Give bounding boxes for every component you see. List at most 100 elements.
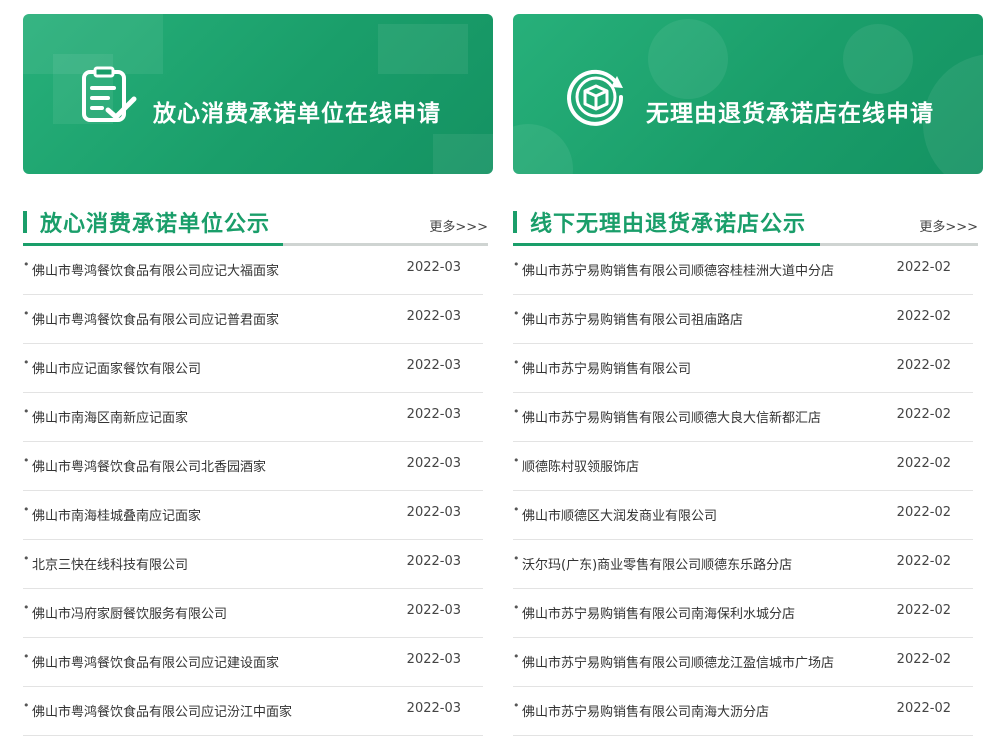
bullet-icon: •: [23, 258, 30, 271]
bullet-icon: •: [23, 552, 30, 565]
item-name[interactable]: 佛山市顺德区大润发商业有限公司: [522, 505, 717, 524]
item-name[interactable]: 佛山市苏宁易购销售有限公司顺德龙江盈信城市广场店: [522, 652, 834, 671]
item-name[interactable]: 北京三快在线科技有限公司: [32, 554, 188, 573]
bullet-icon: •: [513, 699, 520, 712]
item-name[interactable]: 佛山市粤鸿餐饮食品有限公司应记建设面家: [32, 652, 279, 671]
item-date: 2022-02: [896, 407, 951, 422]
item-date: 2022-03: [406, 407, 461, 422]
item-date: 2022-03: [406, 505, 461, 520]
banner-decoration: [648, 19, 728, 99]
list-item[interactable]: • 佛山市应记面家餐饮有限公司 2022-03: [23, 344, 483, 393]
bullet-icon: •: [513, 552, 520, 565]
item-name[interactable]: 佛山市苏宁易购销售有限公司顺德大良大信新都汇店: [522, 407, 821, 426]
item-date: 2022-03: [406, 701, 461, 716]
bullet-icon: •: [23, 699, 30, 712]
list-item[interactable]: • 佛山市苏宁易购销售有限公司南海保利水城分店 2022-02: [513, 589, 973, 638]
announcement-list: • 佛山市粤鸿餐饮食品有限公司应记大福面家 2022-03 • 佛山市粤鸿餐饮食品有限公…: [23, 246, 488, 736]
item-date: 2022-03: [406, 652, 461, 667]
item-name[interactable]: 顺德陈村驭领服饰店: [522, 456, 639, 475]
list-item[interactable]: • 佛山市南海桂城叠南应记面家 2022-03: [23, 491, 483, 540]
list-item[interactable]: • 佛山市苏宁易购销售有限公司顺德容桂桂洲大道中分店 2022-02: [513, 246, 973, 295]
bullet-icon: •: [23, 601, 30, 614]
item-date: 2022-02: [896, 309, 951, 324]
item-name[interactable]: 沃尔玛(广东)商业零售有限公司顺德东乐路分店: [522, 554, 792, 573]
list-item[interactable]: • 沃尔玛(广东)商业零售有限公司顺德东乐路分店 2022-02: [513, 540, 973, 589]
item-name[interactable]: 佛山市粤鸿餐饮食品有限公司应记普君面家: [32, 309, 279, 328]
bullet-icon: •: [513, 258, 520, 271]
item-name[interactable]: 佛山市苏宁易购销售有限公司南海保利水城分店: [522, 603, 795, 622]
item-date: 2022-03: [406, 554, 461, 569]
bullet-icon: •: [513, 307, 520, 320]
item-date: 2022-03: [406, 309, 461, 324]
banner-decoration: [513, 124, 573, 174]
banner-decoration: [433, 134, 493, 174]
list-item[interactable]: • 佛山市南海区南新应记面家 2022-03: [23, 393, 483, 442]
item-name[interactable]: 佛山市南海桂城叠南应记面家: [32, 505, 201, 524]
apply-reassuring-consumption-banner[interactable]: 放心消费承诺单位在线申请: [23, 14, 493, 174]
bullet-icon: •: [23, 307, 30, 320]
list-item[interactable]: • 佛山市苏宁易购销售有限公司南海大沥分店 2022-02: [513, 687, 973, 736]
item-date: 2022-02: [896, 603, 951, 618]
item-name[interactable]: 佛山市苏宁易购销售有限公司: [522, 358, 691, 377]
banner-decoration: [378, 24, 468, 74]
list-item[interactable]: • 佛山市苏宁易购销售有限公司顺德大良大信新都汇店 2022-02: [513, 393, 973, 442]
list-item[interactable]: • 佛山市苏宁易购销售有限公司 2022-02: [513, 344, 973, 393]
item-name[interactable]: 佛山市粤鸿餐饮食品有限公司应记大福面家: [32, 260, 279, 279]
banner-title: 放心消费承诺单位在线申请: [153, 101, 441, 127]
panel-header: 线下无理由退货承诺店公示 更多>>>: [513, 205, 978, 246]
list-item[interactable]: • 佛山市苏宁易购销售有限公司顺德龙江盈信城市广场店 2022-02: [513, 638, 973, 687]
bullet-icon: •: [23, 405, 30, 418]
bullet-icon: •: [513, 454, 520, 467]
panel-header: 放心消费承诺单位公示 更多>>>: [23, 205, 488, 246]
item-name[interactable]: 佛山市南海区南新应记面家: [32, 407, 188, 426]
list-item[interactable]: • 佛山市苏宁易购销售有限公司祖庙路店 2022-02: [513, 295, 973, 344]
list-item[interactable]: • 佛山市粤鸿餐饮食品有限公司北香园酒家 2022-03: [23, 442, 483, 491]
no-reason-return-list-panel: 线下无理由退货承诺店公示 更多>>> • 佛山市苏宁易购销售有限公司顺德容桂桂洲大…: [513, 205, 978, 736]
list-item[interactable]: • 佛山市粤鸿餐饮食品有限公司应记普君面家 2022-03: [23, 295, 483, 344]
list-item[interactable]: • 佛山市粤鸿餐饮食品有限公司应记汾江中面家 2022-03: [23, 687, 483, 736]
item-date: 2022-02: [896, 260, 951, 275]
item-name[interactable]: 佛山市苏宁易购销售有限公司南海大沥分店: [522, 701, 769, 720]
item-name[interactable]: 佛山市冯府家厨餐饮服务有限公司: [32, 603, 227, 622]
item-name[interactable]: 佛山市粤鸿餐饮食品有限公司应记汾江中面家: [32, 701, 292, 720]
panel-title: 线下无理由退货承诺店公示: [530, 212, 807, 237]
item-date: 2022-02: [896, 554, 951, 569]
item-name[interactable]: 佛山市粤鸿餐饮食品有限公司北香园酒家: [32, 456, 266, 475]
list-item[interactable]: • 佛山市冯府家厨餐饮服务有限公司 2022-03: [23, 589, 483, 638]
more-link[interactable]: 更多>>>: [429, 216, 488, 235]
return-box-icon: [565, 66, 627, 128]
item-date: 2022-02: [896, 358, 951, 373]
reassuring-consumption-list-panel: 放心消费承诺单位公示 更多>>> • 佛山市粤鸿餐饮食品有限公司应记大福面家 202…: [23, 205, 488, 736]
list-item[interactable]: • 顺德陈村驭领服饰店 2022-02: [513, 442, 973, 491]
item-date: 2022-03: [406, 456, 461, 471]
panel-title-bar: [23, 211, 27, 233]
list-item[interactable]: • 佛山市顺德区大润发商业有限公司 2022-02: [513, 491, 973, 540]
checklist-document-icon: [78, 66, 140, 128]
bullet-icon: •: [513, 405, 520, 418]
item-date: 2022-03: [406, 260, 461, 275]
bullet-icon: •: [23, 650, 30, 663]
item-name[interactable]: 佛山市应记面家餐饮有限公司: [32, 358, 201, 377]
list-item[interactable]: • 佛山市粤鸿餐饮食品有限公司应记大福面家 2022-03: [23, 246, 483, 295]
item-name[interactable]: 佛山市苏宁易购销售有限公司祖庙路店: [522, 309, 743, 328]
panel-title: 放心消费承诺单位公示: [40, 212, 271, 237]
bullet-icon: •: [513, 601, 520, 614]
item-date: 2022-03: [406, 358, 461, 373]
item-date: 2022-02: [896, 456, 951, 471]
more-link[interactable]: 更多>>>: [919, 216, 978, 235]
bullet-icon: •: [513, 503, 520, 516]
apply-no-reason-return-banner[interactable]: 无理由退货承诺店在线申请: [513, 14, 983, 174]
item-date: 2022-02: [896, 505, 951, 520]
item-date: 2022-02: [896, 652, 951, 667]
bullet-icon: •: [513, 650, 520, 663]
announcement-list: • 佛山市苏宁易购销售有限公司顺德容桂桂洲大道中分店 2022-02 • 佛山市苏宁易购…: [513, 246, 978, 736]
list-item[interactable]: • 佛山市粤鸿餐饮食品有限公司应记建设面家 2022-03: [23, 638, 483, 687]
bullet-icon: •: [23, 454, 30, 467]
item-date: 2022-02: [896, 701, 951, 716]
item-name[interactable]: 佛山市苏宁易购销售有限公司顺德容桂桂洲大道中分店: [522, 260, 834, 279]
banner-title: 无理由退货承诺店在线申请: [646, 101, 934, 127]
banner-decoration: [843, 24, 913, 94]
bullet-icon: •: [513, 356, 520, 369]
list-item[interactable]: • 北京三快在线科技有限公司 2022-03: [23, 540, 483, 589]
item-date: 2022-03: [406, 603, 461, 618]
